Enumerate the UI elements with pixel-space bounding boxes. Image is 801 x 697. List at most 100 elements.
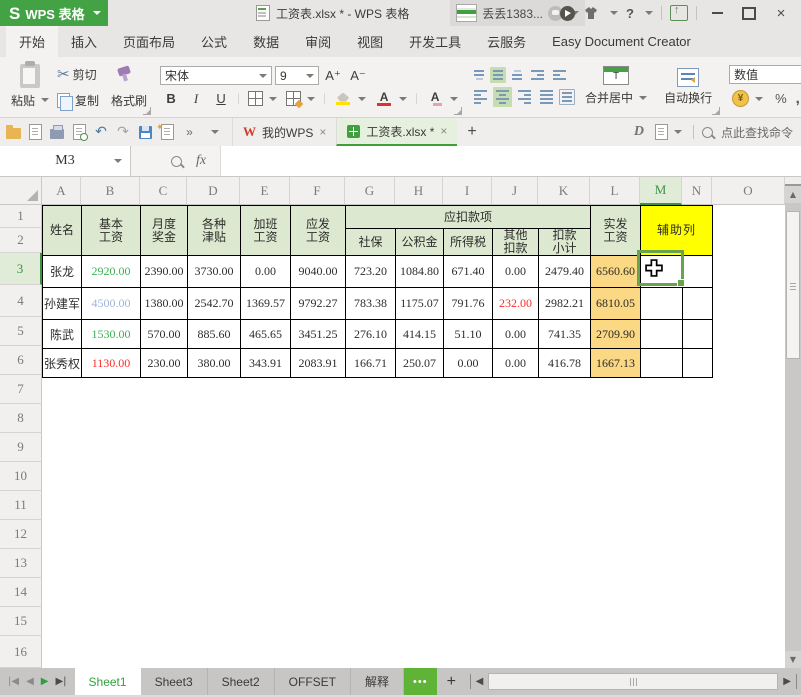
scroll-down-button[interactable]: ▼ (785, 651, 801, 668)
add-sheet-button[interactable]: + (437, 668, 466, 695)
cell-L6[interactable]: 1667.13 (590, 348, 641, 378)
alignment-group-expander[interactable] (712, 107, 721, 115)
close-button[interactable]: × (769, 3, 793, 23)
print-button[interactable] (49, 124, 65, 140)
font-color-button[interactable]: A (372, 90, 410, 108)
header-cell-扣款小计[interactable]: 扣款 小计 (538, 228, 591, 256)
bold-button[interactable]: B (160, 89, 182, 108)
cell-N5[interactable] (682, 319, 713, 349)
cell-E6[interactable]: 343.91 (240, 348, 291, 378)
shrink-font-button[interactable]: A⁻ (347, 66, 369, 85)
clear-format-button[interactable]: A (423, 90, 461, 108)
column-header-J[interactable]: J (492, 177, 538, 205)
cell-D4[interactable]: 2542.70 (187, 287, 241, 320)
vertical-scrollbar[interactable]: ▲ ▼ (785, 177, 801, 668)
cell-L4[interactable]: 6810.05 (590, 287, 641, 320)
header-cell-应发工资[interactable]: 应发 工资 (290, 205, 346, 256)
row-header-11[interactable]: 11 (0, 491, 42, 520)
cell-H5[interactable]: 414.15 (395, 319, 444, 349)
cell-D5[interactable]: 885.60 (187, 319, 241, 349)
column-header-M[interactable]: M (640, 177, 682, 205)
clipboard-group-expander[interactable] (143, 107, 152, 115)
italic-button[interactable]: I (185, 89, 207, 108)
column-header-G[interactable]: G (345, 177, 395, 205)
align-bottom-button[interactable] (509, 67, 525, 83)
row-header-10[interactable]: 10 (0, 462, 42, 491)
justify-button[interactable] (537, 87, 556, 107)
header-cell-社保[interactable]: 社保 (345, 228, 396, 256)
row-header-9[interactable]: 9 (0, 433, 42, 462)
cell-F3[interactable]: 9040.00 (290, 255, 346, 288)
row-header-1[interactable]: 1 (0, 205, 42, 228)
row-header-4[interactable]: 4 (0, 285, 42, 317)
quick-access-caret-icon[interactable] (211, 130, 219, 134)
open-button[interactable] (5, 124, 21, 140)
header-cell-其他扣款[interactable]: 其他 扣款 (492, 228, 539, 256)
copy-button[interactable]: 复制 (54, 90, 102, 111)
wps-vip-icon[interactable] (560, 5, 576, 21)
cell-D6[interactable]: 380.00 (187, 348, 241, 378)
column-header-A[interactable]: A (42, 177, 81, 205)
cell-B3[interactable]: 2920.00 (81, 255, 141, 288)
row-header-2[interactable]: 2 (0, 228, 42, 253)
menu-tab-数据[interactable]: 数据 (240, 26, 292, 57)
cell-A3[interactable]: 张龙 (42, 255, 82, 288)
font-name-select[interactable]: 宋体 (160, 66, 273, 85)
cell-I5[interactable]: 51.10 (443, 319, 493, 349)
prev-sheet-button[interactable]: ◀ (26, 676, 34, 687)
cell-H6[interactable]: 250.07 (395, 348, 444, 378)
name-box[interactable]: M3 (0, 146, 131, 176)
align-center-button[interactable] (493, 87, 513, 107)
font-group-expander[interactable] (454, 107, 463, 115)
new-tab-button[interactable]: + (457, 123, 486, 141)
header-cell-各种津贴[interactable]: 各种 津贴 (187, 205, 241, 256)
column-header-O[interactable]: O (712, 177, 785, 205)
header-cell-所得税[interactable]: 所得税 (443, 228, 493, 256)
sheet-tab-Sheet1[interactable]: Sheet1 (74, 668, 141, 695)
column-header-K[interactable]: K (538, 177, 590, 205)
docer-icon[interactable]: D (634, 124, 644, 140)
merge-center-button[interactable]: 合并居中 (575, 66, 657, 108)
cell-G3[interactable]: 723.20 (345, 255, 396, 288)
save-button[interactable] (137, 124, 153, 140)
split-handle[interactable] (785, 177, 801, 186)
header-cell-公积金[interactable]: 公积金 (395, 228, 444, 256)
close-tab-icon[interactable]: × (440, 124, 447, 138)
borders-button[interactable] (245, 89, 280, 108)
header-cell-基本工资[interactable]: 基本 工资 (81, 205, 141, 256)
column-header-L[interactable]: L (590, 177, 640, 205)
cell-B5[interactable]: 1530.00 (81, 319, 141, 349)
row-header-8[interactable]: 8 (0, 404, 42, 433)
menu-tab-开发工具[interactable]: 开发工具 (396, 26, 474, 57)
header-cell-辅助列[interactable]: 辅助列 (640, 205, 713, 256)
header-cell-加班工资[interactable]: 加班 工资 (240, 205, 291, 256)
wps-logo[interactable]: S WPS 表格 (0, 0, 108, 26)
insert-function-button[interactable]: fx (196, 153, 206, 169)
sheet-tab-OFFSET[interactable]: OFFSET (275, 668, 352, 695)
cell-L3[interactable]: 6560.60 (590, 255, 641, 288)
format-painter-icon[interactable] (116, 66, 132, 82)
cell-N6[interactable] (682, 348, 713, 378)
cell-B4[interactable]: 4500.00 (81, 287, 141, 320)
find-command-text[interactable]: 点此查找命令 (721, 124, 793, 141)
menu-tab-页面布局[interactable]: 页面布局 (110, 26, 188, 57)
first-sheet-button[interactable]: |◀ (8, 676, 19, 687)
cell-C3[interactable]: 2390.00 (140, 255, 188, 288)
cut-button[interactable]: ✂ 剪切 (54, 64, 102, 85)
scroll-up-button[interactable]: ▲ (785, 186, 801, 203)
cell-E5[interactable]: 465.65 (240, 319, 291, 349)
number-format-select[interactable]: 数值 (729, 65, 801, 84)
column-header-H[interactable]: H (395, 177, 443, 205)
select-all-corner[interactable] (0, 177, 42, 205)
redo-button[interactable]: ↷ (115, 124, 131, 140)
column-header-D[interactable]: D (187, 177, 240, 205)
menu-tab-开始[interactable]: 开始 (6, 26, 59, 57)
cell-M4[interactable] (640, 287, 683, 320)
close-tab-icon[interactable]: × (319, 125, 326, 139)
print-preview-button[interactable] (71, 124, 88, 141)
cell-J4[interactable]: 232.00 (492, 287, 539, 320)
distributed-button[interactable] (559, 89, 576, 105)
cell-M5[interactable] (640, 319, 683, 349)
cell-F6[interactable]: 2083.91 (290, 348, 346, 378)
decrease-indent-button[interactable] (528, 67, 547, 83)
